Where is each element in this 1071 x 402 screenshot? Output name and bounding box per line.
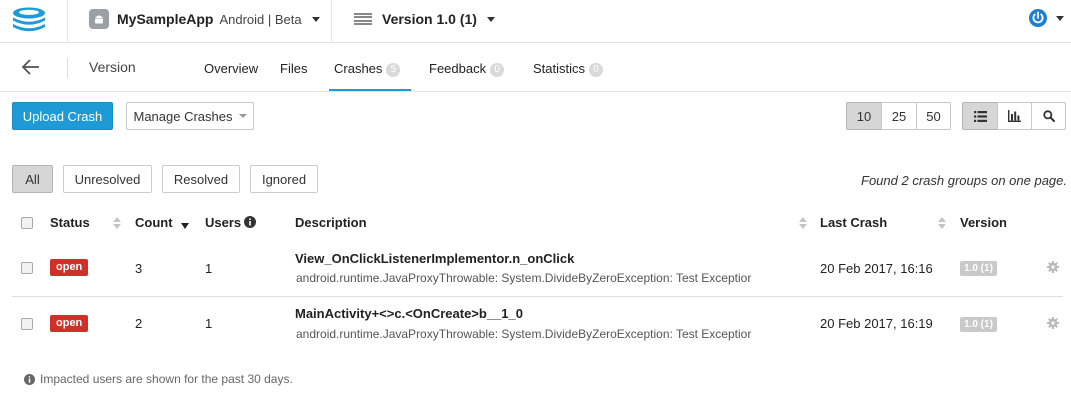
gear-icon[interactable] — [1047, 261, 1059, 273]
page-size-10-button[interactable]: 10 — [846, 102, 882, 130]
column-header-users: Users — [205, 215, 242, 230]
status-badge: open — [50, 259, 89, 276]
last-crash-date: 20 Feb 2017, 16:16 — [820, 261, 933, 276]
tab-overview[interactable]: Overview — [204, 61, 258, 76]
user-menu[interactable] — [1028, 7, 1064, 29]
user-count: 1 — [205, 261, 213, 276]
crash-title-link[interactable]: View_OnClickListenerImplementor.n_onClic… — [295, 251, 574, 266]
page-title: Version — [89, 59, 136, 75]
filter-all-button[interactable]: All — [12, 165, 53, 193]
column-header-version: Version — [960, 215, 1007, 230]
count-badge: 5 — [386, 63, 401, 77]
view-mode-selector — [962, 102, 1066, 130]
chevron-down-icon — [486, 16, 495, 22]
app-switcher[interactable]: MySampleApp Android | Beta — [89, 7, 320, 31]
row-divider — [12, 296, 1063, 297]
page-size-50-button[interactable]: 50 — [916, 102, 951, 130]
divider — [331, 0, 332, 43]
list-view-button[interactable] — [962, 102, 998, 130]
sub-navigation: Version Overview Files Crashes 5 Feedback… — [0, 44, 1071, 92]
column-header-description: Description — [295, 215, 367, 230]
version-switcher[interactable]: Version 1.0 (1) — [354, 7, 495, 31]
page-size-selector: 10 25 50 — [846, 102, 951, 130]
upload-crash-button[interactable]: Upload Crash — [12, 102, 113, 130]
search-icon — [1042, 110, 1055, 122]
active-tab-indicator — [329, 89, 411, 91]
filter-ignored-button[interactable]: Ignored — [250, 165, 318, 193]
hockeyapp-logo-icon[interactable] — [11, 6, 47, 34]
chart-view-button[interactable] — [997, 102, 1032, 130]
sort-icon[interactable] — [113, 217, 121, 229]
search-button[interactable] — [1031, 102, 1066, 130]
info-icon[interactable] — [244, 216, 256, 228]
bar-chart-icon — [1008, 110, 1021, 122]
sort-desc-icon[interactable] — [181, 220, 189, 232]
page-size-25-button[interactable]: 25 — [881, 102, 917, 130]
power-icon — [1029, 9, 1047, 27]
app-platform: Android | Beta — [219, 11, 302, 27]
top-bar: MySampleApp Android | Beta Version 1.0 (… — [0, 0, 1071, 43]
divider — [67, 0, 68, 43]
user-count: 1 — [205, 316, 213, 331]
chevron-down-icon — [311, 16, 320, 22]
filter-resolved-button[interactable]: Resolved — [162, 165, 240, 193]
version-badge: 1.0 (1) — [960, 317, 997, 332]
count-badge: 0 — [490, 63, 505, 77]
version-label: Version 1.0 (1) — [382, 11, 477, 27]
select-all-checkbox[interactable] — [21, 217, 33, 229]
version-badge: 1.0 (1) — [960, 261, 997, 276]
android-app-icon — [89, 9, 109, 29]
count-badge: 0 — [589, 63, 604, 77]
crash-title-link[interactable]: MainActivity+<>c.<OnCreate>b__1_0 — [295, 306, 523, 321]
row-checkbox[interactable] — [21, 318, 33, 330]
row-checkbox[interactable] — [21, 262, 33, 274]
last-crash-date: 20 Feb 2017, 16:19 — [820, 316, 933, 331]
arrow-left-icon[interactable] — [20, 57, 42, 77]
filter-unresolved-button[interactable]: Unresolved — [63, 165, 152, 193]
app-name: MySampleApp — [117, 11, 214, 27]
chevron-down-icon — [1056, 15, 1064, 21]
manage-crashes-dropdown[interactable]: Manage Crashes — [126, 102, 254, 130]
tab-statistics[interactable]: Statistics 0 — [533, 61, 604, 77]
sort-icon[interactable] — [799, 217, 807, 229]
crash-detail: android.runtime.JavaProxyThrowable: Syst… — [296, 327, 752, 341]
results-summary: Found 2 crash groups on one page. — [861, 173, 1067, 188]
column-header-count[interactable]: Count — [135, 215, 173, 230]
divider — [67, 58, 68, 78]
crash-detail: android.runtime.JavaProxyThrowable: Syst… — [296, 271, 752, 285]
crash-count: 2 — [135, 316, 143, 331]
column-header-last-crash[interactable]: Last Crash — [820, 215, 887, 230]
versions-list-icon — [354, 12, 372, 26]
info-icon — [24, 373, 35, 385]
sort-icon[interactable] — [938, 217, 946, 229]
gear-icon[interactable] — [1047, 317, 1059, 329]
tab-crashes[interactable]: Crashes 5 — [334, 61, 401, 77]
tab-feedback[interactable]: Feedback 0 — [429, 61, 505, 77]
status-badge: open — [50, 315, 89, 332]
list-icon — [973, 110, 987, 122]
tab-files[interactable]: Files — [280, 61, 307, 76]
chevron-down-icon — [238, 114, 247, 118]
impacted-users-note: Impacted users are shown for the past 30… — [24, 372, 293, 386]
crash-count: 3 — [135, 261, 143, 276]
column-header-status[interactable]: Status — [50, 215, 90, 230]
